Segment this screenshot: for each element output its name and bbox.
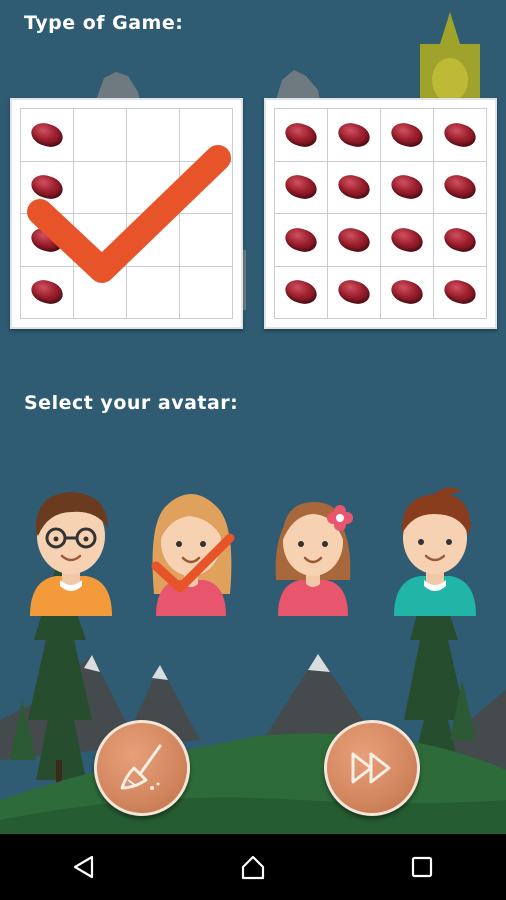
back-button[interactable] [54, 842, 114, 892]
board-cell [275, 109, 328, 162]
board-cell [180, 266, 233, 319]
board-cell [127, 266, 180, 319]
home-icon [241, 855, 265, 880]
board-cell [328, 214, 381, 267]
bean-icon [388, 224, 426, 256]
full-board-option[interactable] [264, 98, 497, 329]
board-cell [180, 161, 233, 214]
rock-left [96, 72, 140, 100]
board-cell [275, 214, 328, 267]
boy-plain-icon [394, 487, 476, 616]
board-cell [127, 109, 180, 162]
board-cell [21, 266, 74, 319]
board-cell [381, 109, 434, 162]
board-cell [328, 109, 381, 162]
board-cell [328, 161, 381, 214]
board-cell [434, 214, 487, 267]
board-cell [275, 161, 328, 214]
board-cell [275, 266, 328, 319]
system-navigation-bar [0, 834, 506, 900]
girl-flower-icon [275, 502, 353, 616]
recents-button[interactable] [392, 842, 452, 892]
avatar-section-title: Select your avatar: [24, 392, 239, 414]
board-cell [21, 161, 74, 214]
board-cell [21, 214, 74, 267]
avatar-girl-blonde[interactable] [146, 484, 236, 616]
bean-icon [335, 119, 373, 151]
bean-icon [335, 276, 373, 308]
board-cell [74, 161, 127, 214]
bean-icon [388, 119, 426, 151]
bean-icon [28, 119, 66, 151]
board-cell [127, 161, 180, 214]
rock-right [276, 70, 320, 100]
bean-icon [282, 119, 320, 151]
bean-icon [282, 171, 320, 203]
board-cell [127, 214, 180, 267]
board-cell [434, 266, 487, 319]
board-cell [21, 109, 74, 162]
fast-forward-icon [351, 752, 391, 784]
recents-square-icon [411, 856, 432, 878]
avatar-boy-glasses[interactable] [26, 484, 116, 616]
small-board-option[interactable] [10, 98, 243, 329]
board-cell [74, 214, 127, 267]
board-cell [381, 214, 434, 267]
bean-icon [335, 171, 373, 203]
board-cell [328, 266, 381, 319]
bean-icon [335, 224, 373, 256]
avatar-girl-flower[interactable] [268, 484, 358, 616]
board-grid [20, 108, 233, 319]
bean-icon [441, 171, 479, 203]
boy-glasses-icon [30, 492, 112, 616]
broom-icon [120, 744, 162, 790]
bean-icon [282, 276, 320, 308]
back-triangle-icon [74, 855, 94, 879]
bean-icon [28, 171, 66, 203]
clear-button[interactable] [94, 720, 190, 816]
avatar-boy-plain[interactable] [390, 484, 480, 616]
bean-icon [441, 119, 479, 151]
board-cell [74, 109, 127, 162]
bean-icon [388, 171, 426, 203]
board-cell [434, 161, 487, 214]
home-button[interactable] [223, 842, 283, 892]
board-cell [381, 161, 434, 214]
bean-icon [441, 224, 479, 256]
bean-icon [388, 276, 426, 308]
bean-icon [28, 276, 66, 308]
board-cell [180, 109, 233, 162]
board-cell [74, 266, 127, 319]
next-button[interactable] [324, 720, 420, 816]
board-cell [434, 109, 487, 162]
bean-icon [441, 276, 479, 308]
bean-icon [28, 224, 66, 256]
game-type-title: Type of Game: [24, 12, 184, 34]
board-grid [274, 108, 487, 319]
board-cell [381, 266, 434, 319]
bean-icon [282, 224, 320, 256]
board-cell [180, 214, 233, 267]
girl-blonde-icon [151, 494, 235, 616]
